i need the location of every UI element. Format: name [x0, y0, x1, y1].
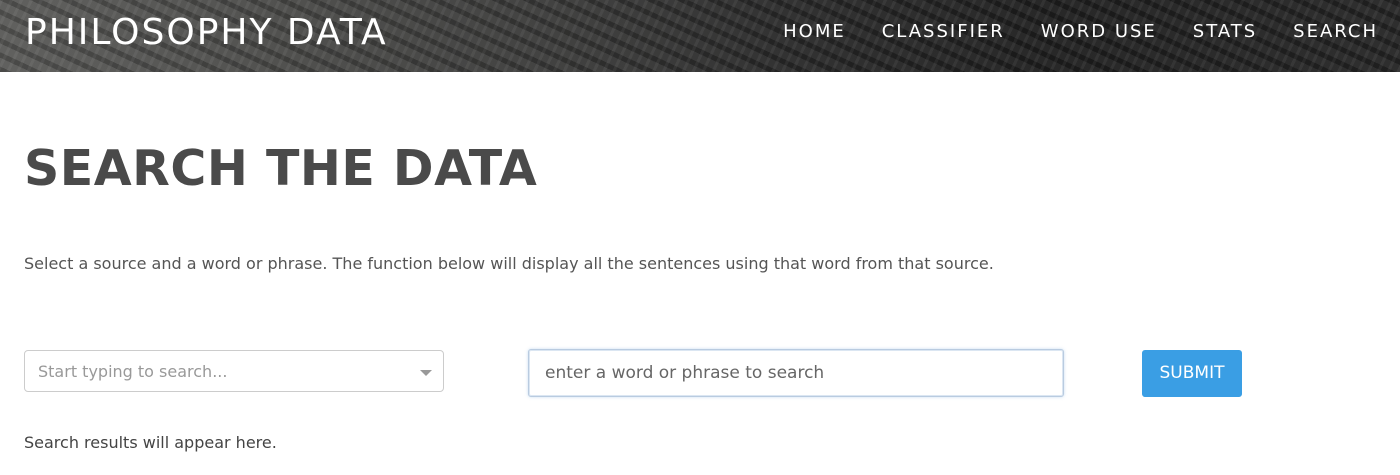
intro-text: Select a source and a word or phrase. Th… — [24, 254, 994, 273]
site-brand[interactable]: PHILOSOPHY DATA — [25, 12, 388, 54]
nav-links: HOME CLASSIFIER WORD USE STATS SEARCH — [765, 20, 1378, 44]
nav-link-home[interactable]: HOME — [765, 20, 864, 44]
nav-link-search[interactable]: SEARCH — [1275, 20, 1378, 44]
source-select[interactable]: Start typing to search... — [24, 350, 444, 392]
navbar: PHILOSOPHY DATA HOME CLASSIFIER WORD USE… — [0, 0, 1400, 72]
page-title: SEARCH THE DATA — [24, 140, 538, 197]
search-phrase-input[interactable] — [528, 349, 1064, 397]
nav-link-classifier[interactable]: CLASSIFIER — [864, 20, 1023, 44]
caret-down-icon[interactable] — [420, 370, 432, 376]
source-select-placeholder: Start typing to search... — [38, 362, 228, 381]
nav-link-stats[interactable]: STATS — [1175, 20, 1275, 44]
submit-button[interactable]: SUBMIT — [1142, 350, 1242, 397]
nav-link-word-use[interactable]: WORD USE — [1023, 20, 1175, 44]
search-results: Search results will appear here. — [24, 433, 277, 452]
